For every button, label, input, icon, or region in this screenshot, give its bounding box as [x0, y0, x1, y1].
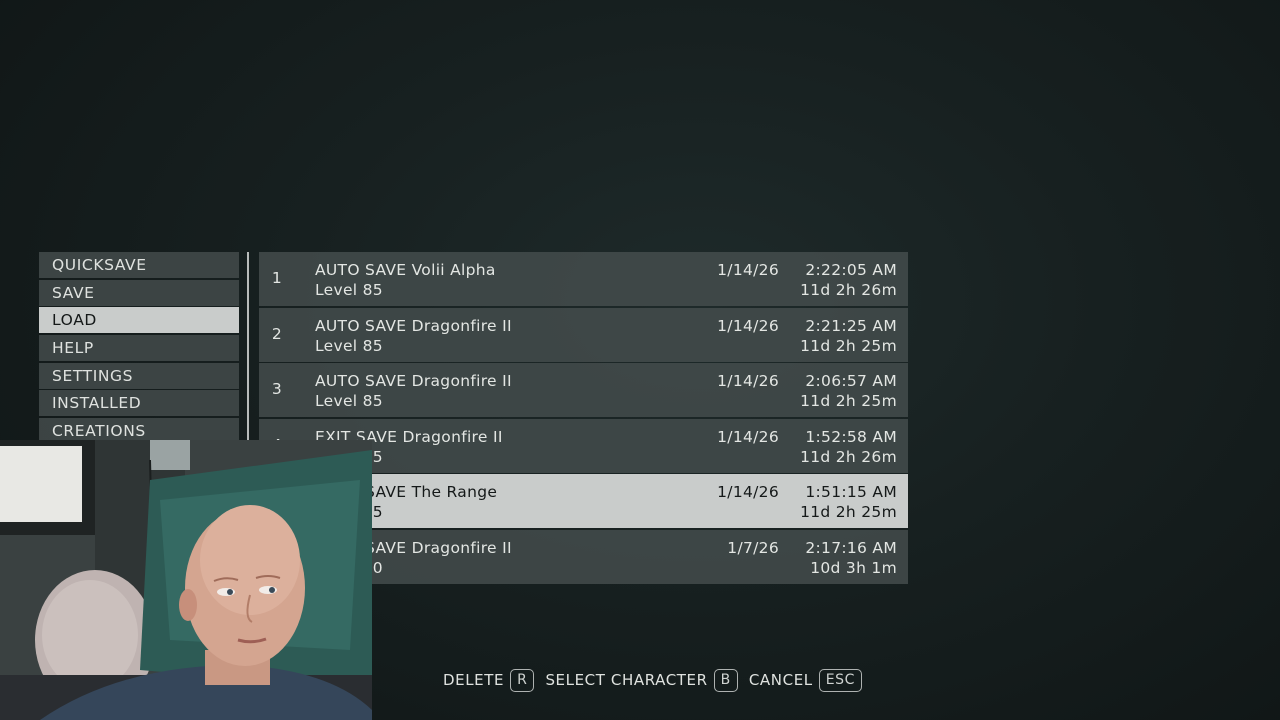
menu-divider — [247, 252, 249, 440]
save-slot-level: Level 85 — [315, 392, 383, 410]
save-slot-date: 1/14/26 — [717, 372, 779, 390]
save-slot-playtime: 11d 2h 25m — [800, 336, 897, 355]
save-slot-level: Level 85 — [315, 281, 383, 299]
button-prompts: DELETE R SELECT CHARACTER B CANCEL ESC — [443, 667, 873, 693]
menu-item-help[interactable]: HELP — [39, 335, 239, 362]
select-character-key-badge: B — [713, 668, 738, 692]
save-slot-playtime: 11d 2h 25m — [800, 503, 897, 521]
save-slot-playtime: 11d 2h 26m — [800, 281, 897, 299]
save-slot-level: Level 85 — [315, 336, 383, 355]
save-slot[interactable]: 2 AUTO SAVE Dragonfire II Level 85 1/14/… — [259, 307, 908, 362]
save-slot-date: 1/14/26 — [717, 427, 779, 446]
cancel-prompt-label: CANCEL — [748, 671, 813, 689]
save-slot-date: 1/14/26 — [717, 316, 779, 335]
save-slot-date: 1/7/26 — [727, 538, 779, 557]
save-slot[interactable]: 1 AUTO SAVE Volii Alpha Level 85 1/14/26… — [259, 252, 908, 306]
select-character-prompt-label: SELECT CHARACTER — [545, 671, 708, 689]
save-slot[interactable]: 3 AUTO SAVE Dragonfire II Level 85 1/14/… — [259, 363, 908, 417]
webcam-overlay — [0, 440, 372, 720]
save-slot-time: 1:51:15 AM — [805, 483, 897, 501]
main-menu: QUICKSAVE SAVE LOAD HELP SETTINGS INSTAL… — [39, 252, 239, 446]
save-slot-name: AUTO SAVE Dragonfire II — [315, 372, 512, 390]
menu-item-quicksave[interactable]: QUICKSAVE — [39, 252, 239, 278]
save-slot-number: 2 — [271, 324, 283, 343]
select-character-prompt[interactable]: SELECT CHARACTER B — [545, 668, 738, 692]
save-slot-date: 1/14/26 — [717, 483, 779, 501]
save-slot-playtime: 11d 2h 25m — [800, 392, 897, 410]
cancel-key-badge: ESC — [818, 668, 863, 692]
save-slot-time: 1:52:58 AM — [805, 427, 897, 446]
menu-item-installed[interactable]: INSTALLED — [39, 390, 239, 417]
delete-prompt-label: DELETE — [443, 671, 505, 689]
save-slot-playtime: 10d 3h 1m — [810, 558, 897, 577]
webcam-image — [0, 440, 372, 720]
save-slot-number: 1 — [271, 269, 283, 287]
save-slot-number: 3 — [271, 380, 283, 398]
save-slot-playtime: 11d 2h 26m — [800, 447, 897, 466]
save-slot-time: 2:17:16 AM — [805, 538, 897, 557]
save-slot-time: 2:22:05 AM — [805, 261, 897, 279]
menu-item-save[interactable]: SAVE — [39, 279, 239, 306]
save-slot-time: 2:06:57 AM — [805, 372, 897, 390]
save-slot-date: 1/14/26 — [717, 261, 779, 279]
menu-item-load[interactable]: LOAD — [39, 307, 239, 334]
menu-item-settings[interactable]: SETTINGS — [39, 362, 239, 389]
save-slot-name: AUTO SAVE Dragonfire II — [315, 316, 512, 335]
save-slot-time: 2:21:25 AM — [805, 316, 897, 335]
cancel-prompt[interactable]: CANCEL ESC — [748, 668, 863, 692]
delete-key-badge: R — [510, 668, 535, 692]
save-slot-name: AUTO SAVE Volii Alpha — [315, 261, 496, 279]
delete-prompt[interactable]: DELETE R — [443, 668, 535, 692]
